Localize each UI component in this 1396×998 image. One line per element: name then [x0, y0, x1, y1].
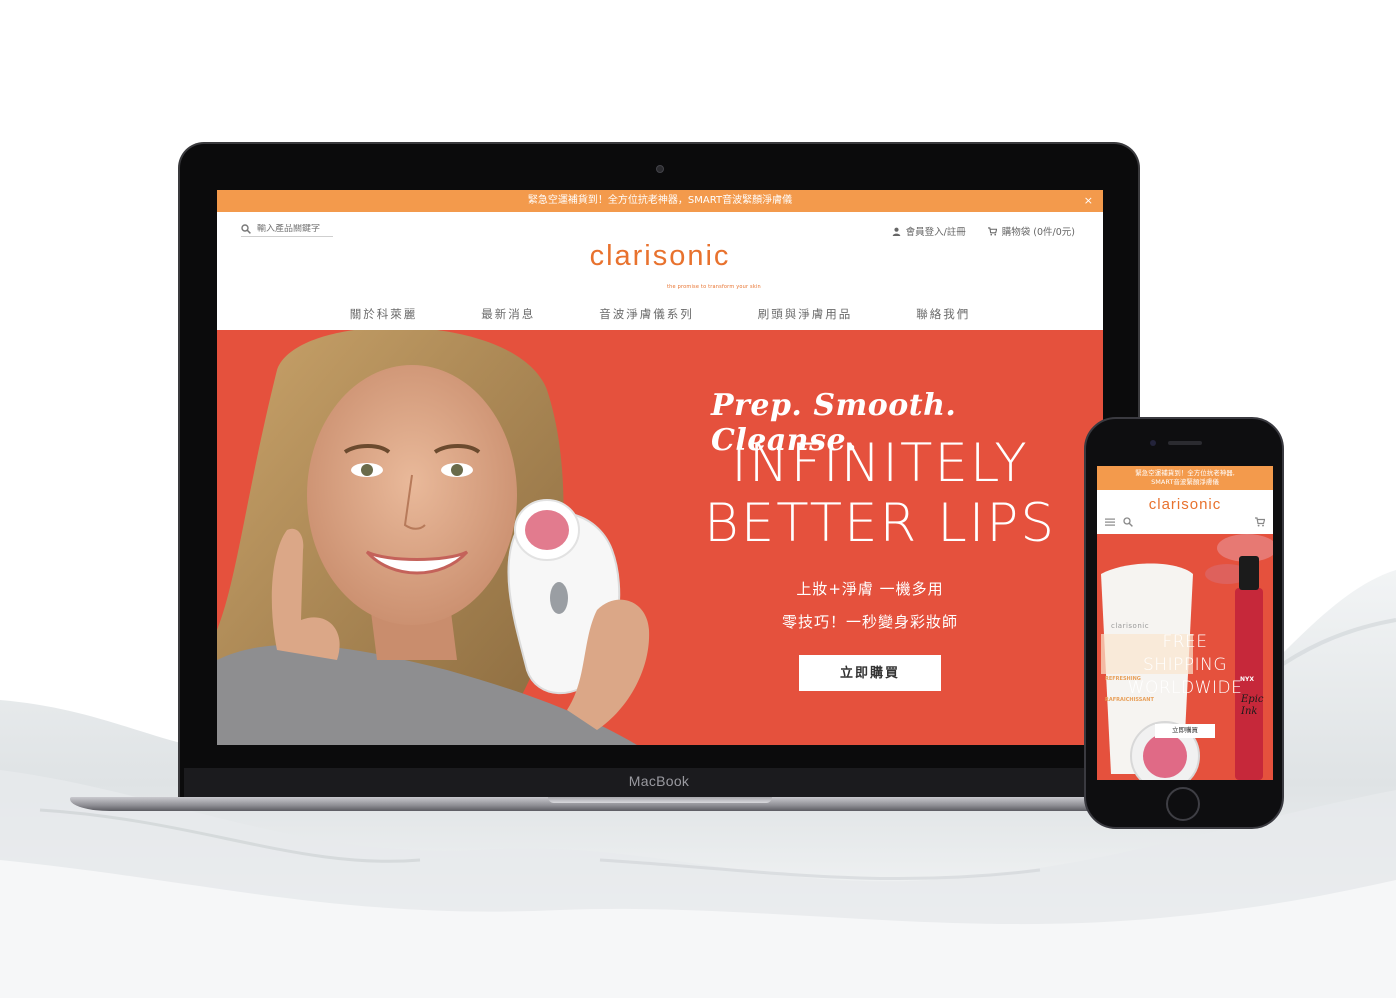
- main-nav: 關於科萊麗 最新消息 音波淨膚儀系列 刷頭與淨膚用品 聯絡我們: [217, 306, 1103, 322]
- laptop-camera: [656, 165, 664, 173]
- phone-hero-line1: FREE: [1162, 632, 1208, 652]
- phone-search-icon[interactable]: [1123, 517, 1133, 527]
- announcement-text[interactable]: 緊急空運補貨到！全方位抗老神器，SMART音波緊顏淨膚儀: [528, 195, 792, 206]
- nav-item-devices[interactable]: 音波淨膚儀系列: [599, 306, 694, 322]
- search-icon[interactable]: [241, 224, 251, 234]
- phone-home-button[interactable]: [1166, 787, 1200, 821]
- search-input[interactable]: [257, 224, 333, 234]
- hero-subtext-line1: 上妝+淨膚 一機多用: [796, 580, 944, 598]
- macbook-label: MacBook: [628, 773, 690, 789]
- laptop-hinge-notch: [548, 797, 772, 803]
- phone-cart-icon[interactable]: [1255, 517, 1265, 527]
- cart-icon: [987, 226, 997, 236]
- cart-label: 購物袋 (0件/0元): [1001, 227, 1075, 238]
- phone-product-brand: clarisonic: [1111, 622, 1150, 630]
- clarisonic-logo[interactable]: clarisonic: [217, 240, 1103, 273]
- phone-speaker: [1168, 441, 1202, 445]
- phone-clarisonic-logo[interactable]: clarisonic: [1097, 496, 1273, 513]
- hero-model-photo: [217, 330, 650, 745]
- nav-item-about[interactable]: 關於科萊麗: [350, 306, 418, 322]
- search-bar: [241, 224, 333, 237]
- phone-hero-line2: SHIPPING: [1143, 655, 1227, 675]
- hamburger-menu-icon[interactable]: [1105, 517, 1115, 527]
- announcement-bar: 緊急空運補貨到！全方位抗老神器，SMART音波緊顏淨膚儀 ×: [217, 190, 1103, 212]
- nav-item-contact[interactable]: 聯絡我們: [916, 306, 970, 322]
- login-link[interactable]: 會員登入/註冊: [892, 224, 966, 238]
- phone-hero-line3: WORLDWIDE: [1127, 678, 1243, 698]
- site-header: 會員登入/註冊 購物袋 (0件/0元) clarisonic the promi…: [217, 212, 1103, 330]
- account-links: 會員登入/註冊 購物袋 (0件/0元): [892, 224, 1075, 238]
- login-label: 會員登入/註冊: [905, 227, 966, 238]
- close-icon[interactable]: ×: [1084, 190, 1093, 212]
- phone-buy-now-button[interactable]: 立即購買: [1155, 724, 1215, 738]
- phone-announcement-line1: 緊急空運補貨到！全方位抗老神器,: [1135, 469, 1235, 477]
- nav-item-news[interactable]: 最新消息: [481, 306, 535, 322]
- user-icon: [892, 227, 900, 236]
- hero-subtext-line2: 零技巧！一秒變身彩妝師: [781, 613, 958, 631]
- hero-banner: Prep. Smooth. Cleanse. INFINITELY BETTER…: [217, 330, 1103, 745]
- buy-now-button[interactable]: 立即購買: [799, 655, 941, 691]
- phone-announcement-line2: SMART音波緊顏淨膚儀: [1151, 478, 1219, 486]
- cart-link[interactable]: 購物袋 (0件/0元): [987, 224, 1075, 238]
- logo-tagline: the promise to transform your skin: [667, 284, 761, 290]
- hero-headline-line2: BETTER LIPS: [704, 493, 1056, 554]
- laptop-screen: 緊急空運補貨到！全方位抗老神器，SMART音波緊顏淨膚儀 × 會員登入/註冊: [217, 190, 1103, 745]
- phone-screen: 緊急空運補貨到！全方位抗老神器, SMART音波緊顏淨膚儀 clarisonic: [1097, 466, 1273, 780]
- phone-header: clarisonic: [1097, 490, 1273, 534]
- nav-item-brush-heads[interactable]: 刷頭與淨膚用品: [758, 306, 853, 322]
- phone-camera: [1150, 440, 1156, 446]
- phone-hero-banner: clarisonic REFRESHING RAFRAICHISSANT NYX…: [1097, 534, 1273, 780]
- phone-announcement-bar[interactable]: 緊急空運補貨到！全方位抗老神器, SMART音波緊顏淨膚儀: [1097, 466, 1273, 490]
- hero-headline-line1: INFINITELY: [731, 433, 1029, 494]
